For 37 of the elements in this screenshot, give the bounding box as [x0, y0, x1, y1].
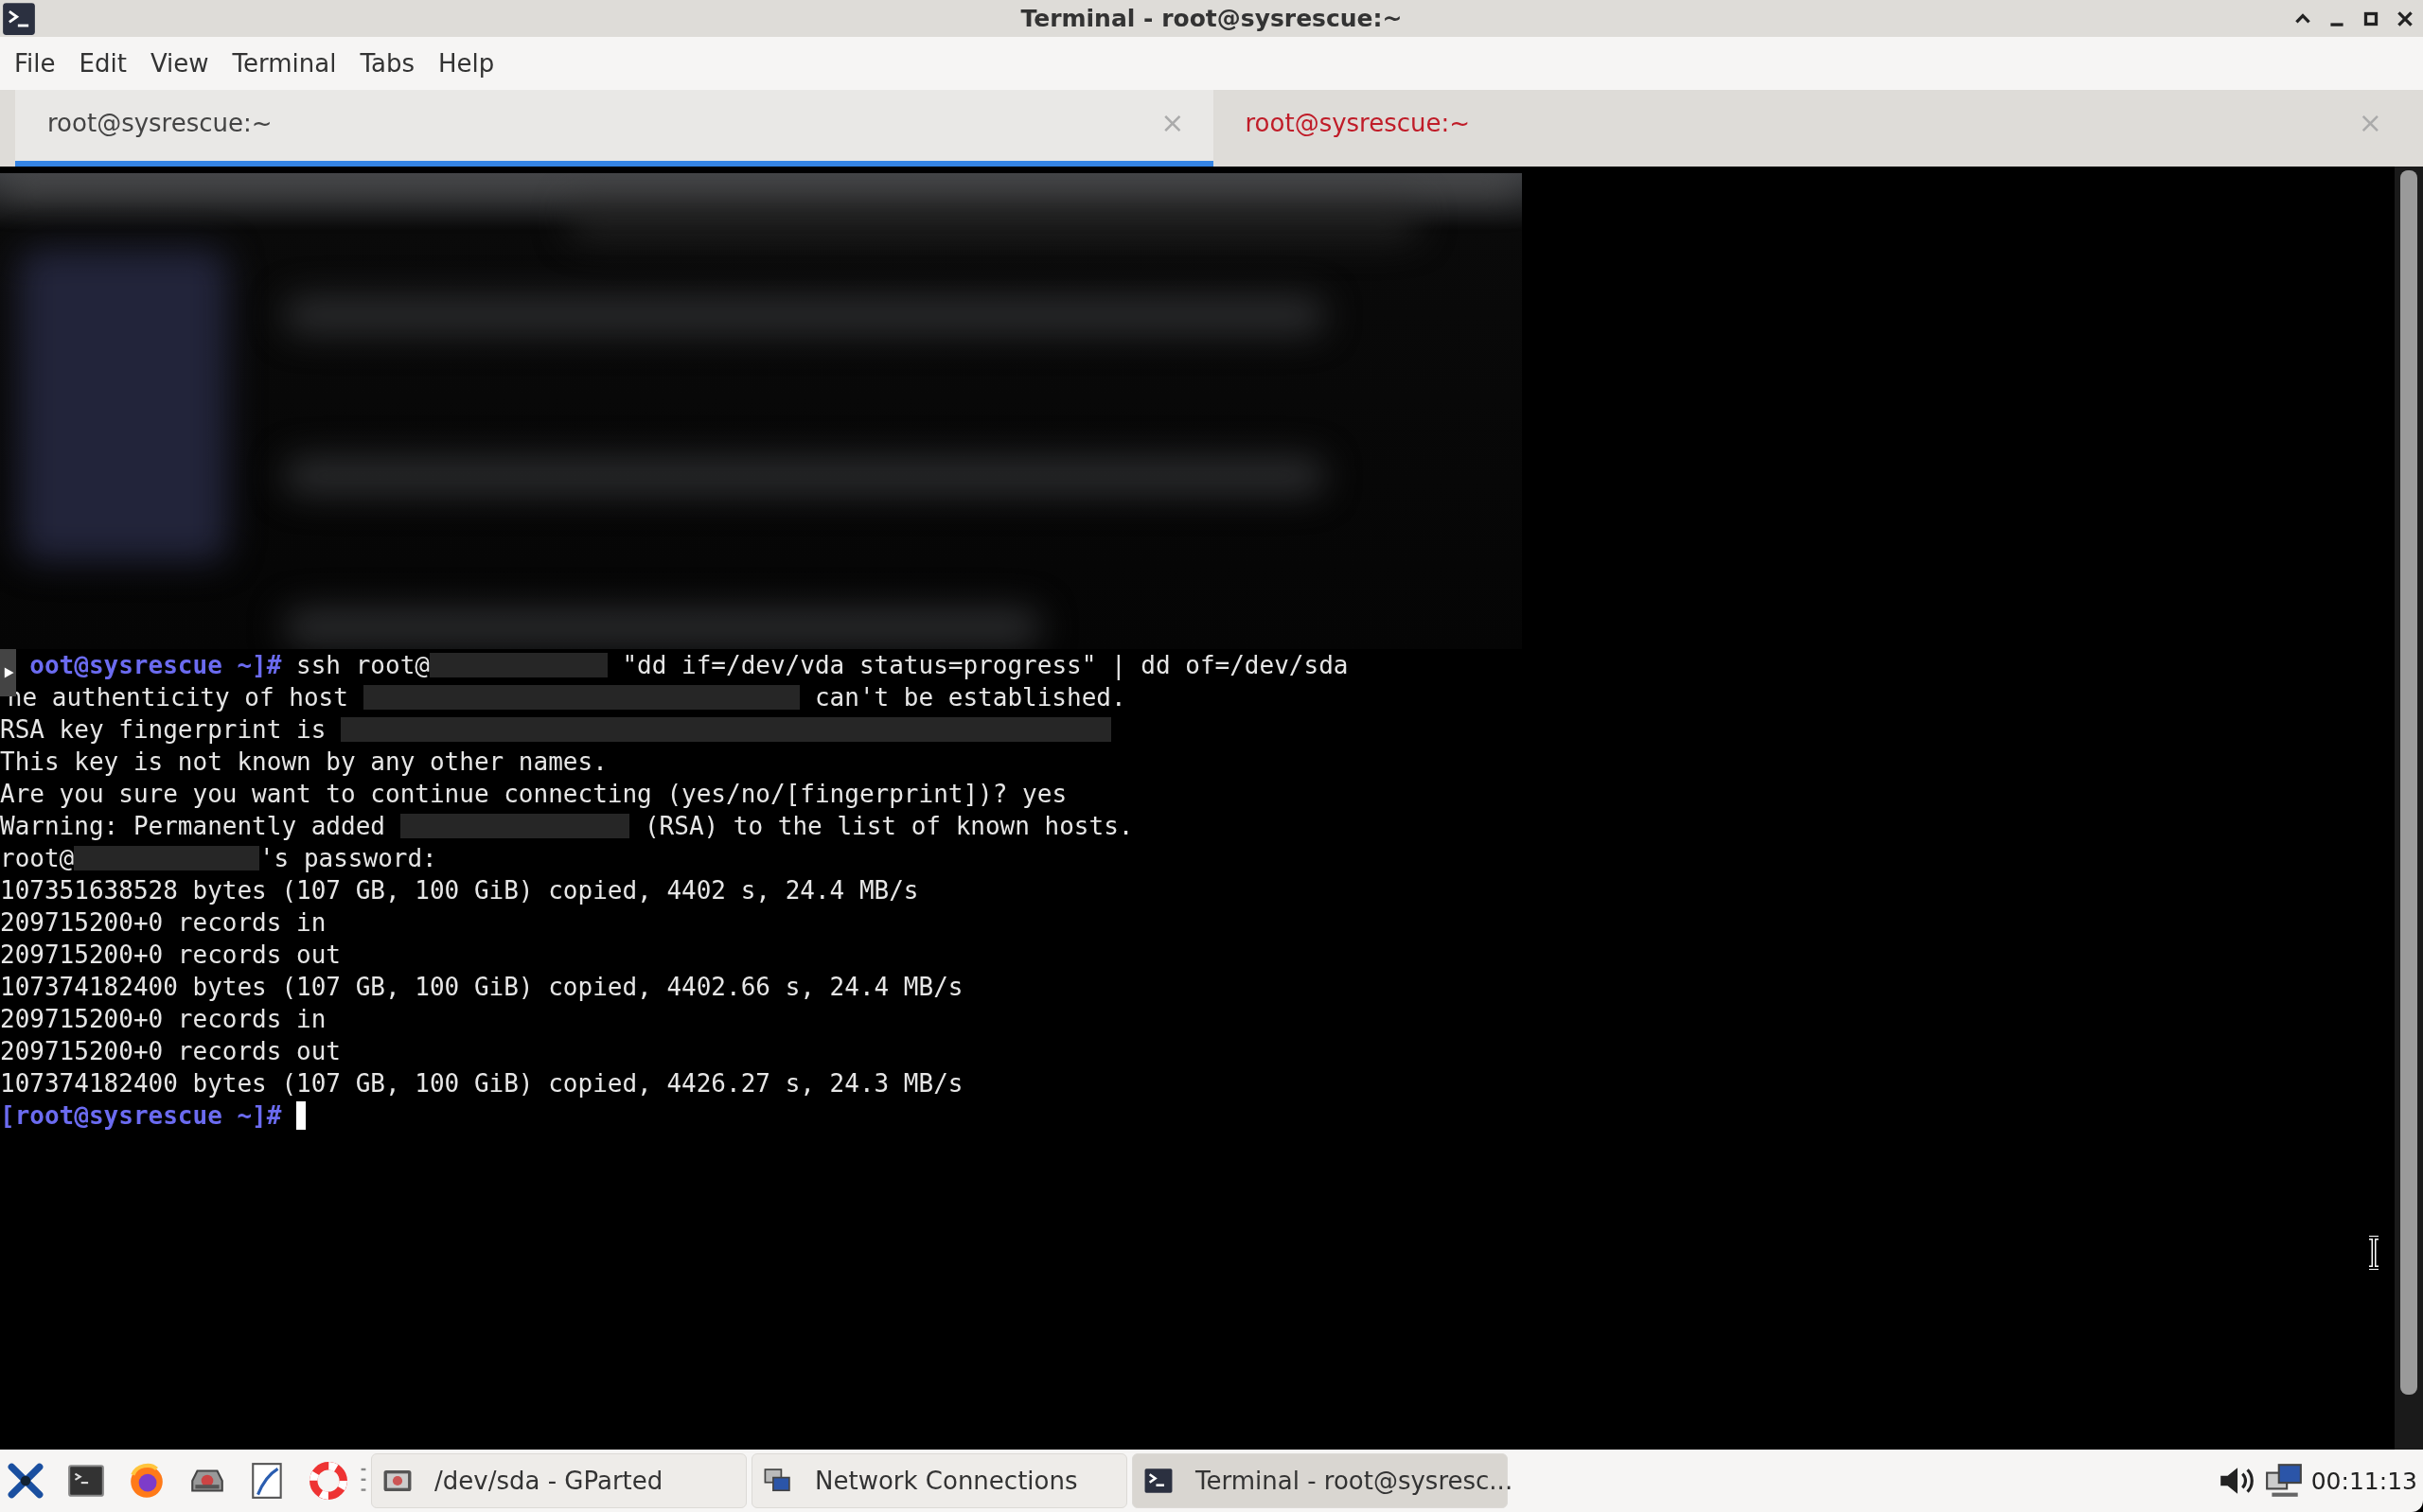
terminal-text: 209715200+0 records in [0, 1004, 327, 1035]
lifebuoy-icon[interactable] [309, 1461, 348, 1501]
terminal-text: 107351638528 bytes (107 GB, 100 GiB) copied, 4402 s, 24.4 MB/s [0, 875, 919, 906]
terminal-text: Warning: Permanently added [0, 811, 386, 842]
menu-item[interactable]: View [139, 45, 220, 81]
shell-prompt: oot@sysrescue ~]# [29, 650, 282, 681]
menu-item[interactable]: Edit [68, 45, 137, 81]
terminal-text: "dd if=/dev/vda status=progress" | dd of=/dev/sda [621, 650, 1349, 681]
clock: 00:11:13 [2310, 1467, 2417, 1495]
taskbar-window-button[interactable]: /dev/sda - GParted [371, 1453, 747, 1508]
tab[interactable]: root@sysrescue:~ × [1212, 90, 2411, 167]
terminal-text: This key is not known by any other names. [0, 747, 608, 778]
terminal-text: 107374182400 bytes (107 GB, 100 GiB) copied, 4402.66 s, 24.4 MB/s [0, 972, 964, 1003]
terminal-text: (RSA) to the list of known hosts. [643, 811, 1134, 842]
terminal-text: RSA key fingerprint is [0, 714, 327, 746]
terminal-app-icon [2, 1, 36, 36]
terminal-text: ssh root@ [295, 650, 430, 681]
shell-prompt: [root@sysrescue ~]# [0, 1100, 282, 1132]
terminal-text: 209715200+0 records out [0, 940, 342, 971]
terminal-text: Are you sure you want to continue connecting (yes/no/[fingerprint])? yes [0, 779, 1068, 810]
terminal-text: root@ [0, 843, 75, 874]
menu-item[interactable]: File [4, 45, 66, 81]
menu-item[interactable]: Terminal [221, 45, 347, 81]
terminal-text: can't be established. [813, 682, 1126, 713]
text-cursor-icon [2367, 1236, 2380, 1270]
terminal-text: 209715200+0 records out [0, 1036, 342, 1067]
terminal-text: 's password: [258, 843, 437, 874]
menu-item[interactable]: Tabs [349, 45, 426, 81]
menu-item[interactable]: Help [428, 45, 505, 81]
tab[interactable]: root@sysrescue:~ × [15, 90, 1213, 167]
taskbar-window-button[interactable]: Network Connections [752, 1453, 1127, 1508]
scrollbar[interactable] [2395, 167, 2423, 1450]
terminal-text: 107374182400 bytes (107 GB, 100 GiB) copied, 4426.27 s, 24.3 MB/s [0, 1068, 964, 1099]
x-logo-icon[interactable] [6, 1461, 45, 1501]
terminal-text: 209715200+0 records in [0, 907, 327, 939]
text-cursor [296, 1101, 307, 1130]
window-title: Terminal - root@sysrescue:~ [1020, 5, 1403, 32]
